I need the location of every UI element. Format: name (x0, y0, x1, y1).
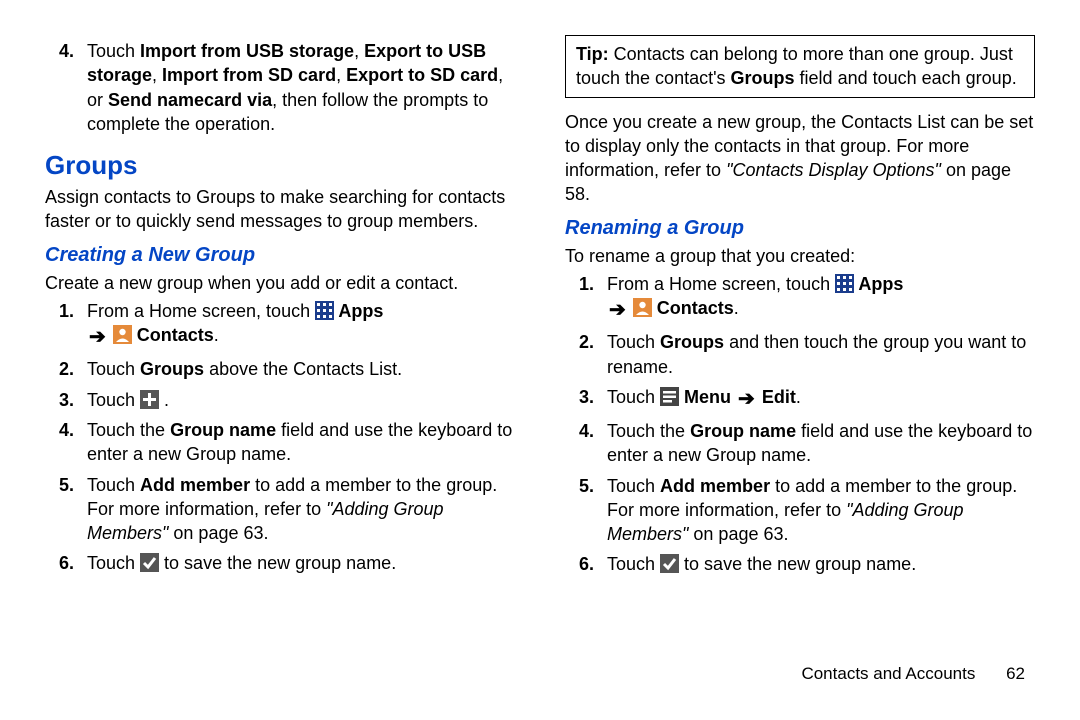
create-step-5: 5. Touch Add member to add a member to t… (87, 473, 515, 546)
left-column: 4. Touch Import from USB storage, Export… (45, 35, 540, 700)
arrow-icon: ➔ (738, 386, 755, 413)
after-tip-paragraph: Once you create a new group, the Contact… (565, 110, 1035, 207)
contacts-icon (113, 325, 132, 344)
create-step-3: 3. Touch . (87, 388, 515, 412)
groups-intro: Assign contacts to Groups to make search… (45, 185, 515, 234)
heading-groups: Groups (45, 150, 515, 181)
rename-intro: To rename a group that you created: (565, 244, 1035, 268)
footer-section: Contacts and Accounts (801, 664, 975, 683)
create-step-6: 6. Touch to save the new group name. (87, 551, 515, 575)
page-number: 62 (1006, 664, 1025, 683)
rename-step-3: 3. Touch Menu ➔ Edit. (607, 385, 1035, 413)
create-step-2: 2. Touch Groups above the Contacts List. (87, 357, 515, 381)
right-column: Tip: Contacts can belong to more than on… (540, 35, 1035, 700)
rename-steps: 1. From a Home screen, touch Apps ➔ Cont… (565, 272, 1035, 577)
plus-icon (140, 390, 159, 409)
rename-step-6: 6. Touch to save the new group name. (607, 552, 1035, 576)
arrow-icon: ➔ (609, 297, 626, 324)
check-icon (140, 553, 159, 572)
check-icon (660, 554, 679, 573)
create-intro: Create a new group when you add or edit … (45, 271, 515, 295)
apps-icon (315, 301, 334, 320)
apps-icon (835, 274, 854, 293)
contacts-icon (633, 298, 652, 317)
arrow-icon: ➔ (89, 324, 106, 351)
create-steps: 1. From a Home screen, touch Apps ➔ Cont… (45, 299, 515, 576)
create-step-1: 1. From a Home screen, touch Apps ➔ Cont… (87, 299, 515, 351)
rename-step-2: 2. Touch Groups and then touch the group… (607, 330, 1035, 379)
rename-step-5: 5. Touch Add member to add a member to t… (607, 474, 1035, 547)
create-step-4: 4. Touch the Group name field and use th… (87, 418, 515, 467)
heading-renaming-group: Renaming a Group (565, 217, 1035, 240)
rename-step-4: 4. Touch the Group name field and use th… (607, 419, 1035, 468)
prior-step-4: 4. Touch Import from USB storage, Export… (87, 39, 515, 136)
page: 4. Touch Import from USB storage, Export… (0, 0, 1080, 720)
tip-box: Tip: Contacts can belong to more than on… (565, 35, 1035, 98)
prior-step-list: 4. Touch Import from USB storage, Export… (45, 39, 515, 136)
rename-step-1: 1. From a Home screen, touch Apps ➔ Cont… (607, 272, 1035, 324)
menu-icon (660, 387, 679, 406)
heading-creating-group: Creating a New Group (45, 244, 515, 267)
page-footer: Contacts and Accounts 62 (801, 664, 1025, 684)
